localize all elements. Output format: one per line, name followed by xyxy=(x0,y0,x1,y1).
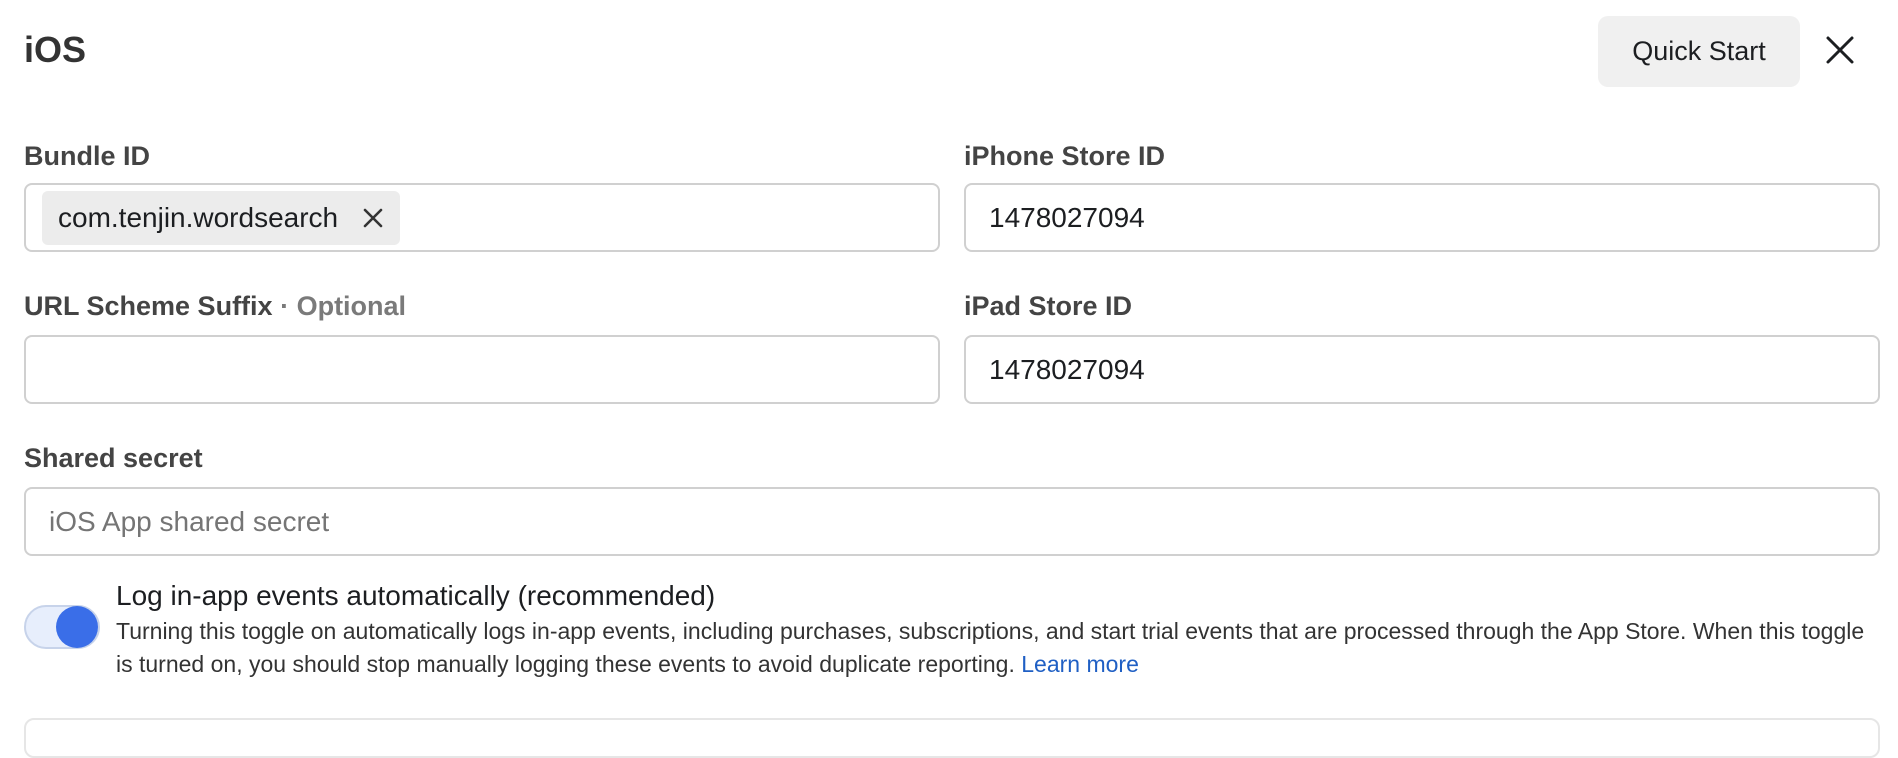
toggle-knob xyxy=(56,606,98,648)
bundle-id-label: Bundle ID xyxy=(24,141,150,171)
chip-remove-button[interactable] xyxy=(360,205,386,231)
url-scheme-suffix-label: URL Scheme Suffix · Optional xyxy=(24,289,406,323)
iphone-store-id-label: iPhone Store ID xyxy=(964,141,1166,171)
learn-more-link[interactable]: Learn more xyxy=(1021,651,1139,677)
next-section-card xyxy=(24,718,1880,758)
shared-secret-label: Shared secret xyxy=(24,443,203,473)
iphone-store-id-input[interactable]: 1478027094 xyxy=(964,183,1880,252)
close-button[interactable] xyxy=(1816,26,1864,74)
shared-secret-input[interactable]: iOS App shared secret xyxy=(24,487,1880,556)
auto-log-toggle[interactable] xyxy=(24,605,100,649)
page-title: iOS xyxy=(24,29,87,70)
bundle-id-chip-label: com.tenjin.wordsearch xyxy=(58,201,339,233)
bundle-id-chip: com.tenjin.wordsearch xyxy=(42,190,401,245)
shared-secret-placeholder: iOS App shared secret xyxy=(49,505,330,537)
url-scheme-suffix-label-text: URL Scheme Suffix xyxy=(24,291,273,321)
auto-log-title: Log in-app events automatically (recomme… xyxy=(116,580,716,611)
iphone-store-id-value: 1478027094 xyxy=(989,201,1145,233)
quick-start-button[interactable]: Quick Start xyxy=(1598,16,1800,87)
url-scheme-suffix-input[interactable] xyxy=(24,335,940,404)
close-icon xyxy=(363,208,383,227)
auto-log-description: Turning this toggle on automatically log… xyxy=(116,615,1876,681)
ipad-store-id-value: 1478027094 xyxy=(989,353,1145,385)
bundle-id-input[interactable]: com.tenjin.wordsearch xyxy=(24,183,940,252)
close-icon xyxy=(1826,36,1854,64)
ipad-store-id-label: iPad Store ID xyxy=(964,291,1133,321)
auto-log-description-text: Turning this toggle on automatically log… xyxy=(116,618,1865,677)
optional-tag: · Optional xyxy=(272,291,407,321)
ipad-store-id-input[interactable]: 1478027094 xyxy=(964,335,1880,404)
